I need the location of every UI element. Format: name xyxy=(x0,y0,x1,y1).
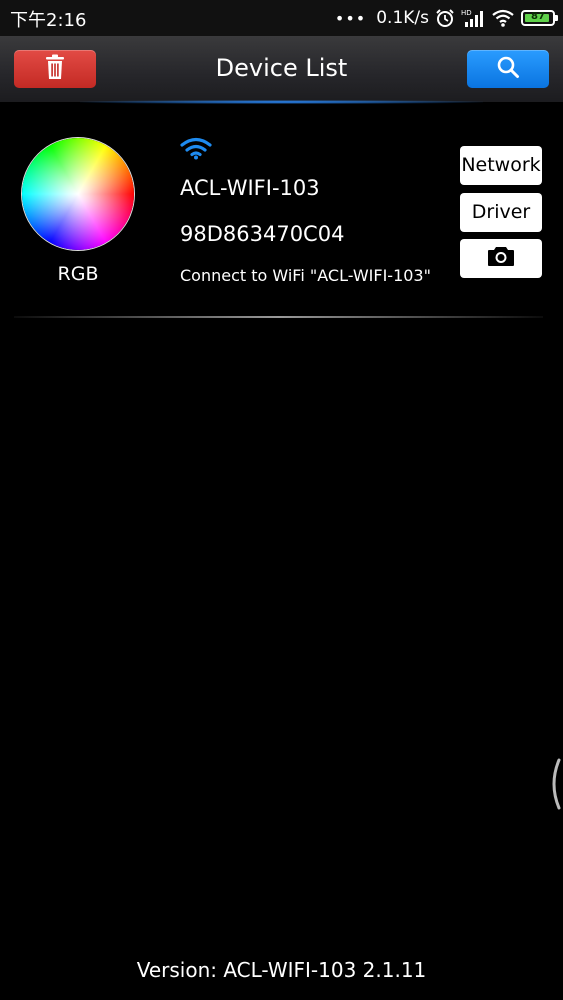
device-mac-address: 98D863470C04 xyxy=(180,222,345,246)
status-time: 下午2:16 xyxy=(10,10,87,31)
wifi-status-icon xyxy=(491,8,515,28)
edge-swipe-handle[interactable] xyxy=(547,758,561,810)
battery-level: 87 xyxy=(531,11,545,22)
signal-hd-icon: HD xyxy=(461,8,485,28)
wifi-icon xyxy=(180,136,212,164)
color-wheel-icon[interactable] xyxy=(22,138,134,250)
status-indicators: ••• 0.1K/s HD 87 xyxy=(334,6,558,30)
notification-dots: ••• xyxy=(334,8,367,28)
network-button[interactable]: Network xyxy=(460,146,542,185)
battery-icon: 87 xyxy=(521,10,558,26)
camera-icon xyxy=(487,245,515,272)
app-header: Device List xyxy=(0,36,563,104)
connection-hint: Connect to WiFi "ACL-WIFI-103" xyxy=(180,266,431,285)
camera-button[interactable] xyxy=(460,239,542,278)
device-name: ACL-WIFI-103 xyxy=(180,176,320,200)
svg-text:HD: HD xyxy=(461,9,472,17)
driver-button[interactable]: Driver xyxy=(460,193,542,232)
header-glow xyxy=(80,100,483,104)
device-type-label: RGB xyxy=(57,263,99,285)
device-list-item[interactable]: RGB ACL-WIFI-103 98D863470C04 Connect to… xyxy=(0,120,563,320)
network-speed: 0.1K/s xyxy=(376,8,429,28)
status-bar: 下午2:16 ••• 0.1K/s HD 87 xyxy=(0,0,563,36)
version-text: Version: ACL-WIFI-103 2.1.11 xyxy=(136,958,427,982)
search-button[interactable] xyxy=(467,50,549,88)
search-icon xyxy=(496,55,520,83)
alarm-icon xyxy=(435,8,455,28)
row-divider xyxy=(14,316,543,318)
